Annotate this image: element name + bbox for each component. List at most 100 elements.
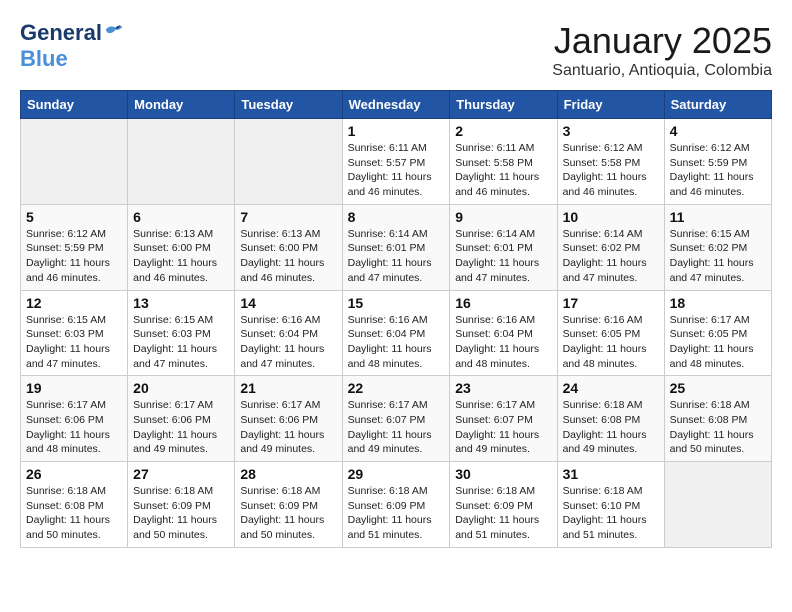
day-number: 24 xyxy=(563,380,659,396)
day-info: Sunrise: 6:18 AMSunset: 6:09 PMDaylight:… xyxy=(240,484,336,543)
day-number: 18 xyxy=(670,295,766,311)
day-info: Sunrise: 6:18 AMSunset: 6:09 PMDaylight:… xyxy=(455,484,551,543)
calendar-cell: 20 Sunrise: 6:17 AMSunset: 6:06 PMDayligh… xyxy=(128,376,235,462)
weekday-header-thursday: Thursday xyxy=(450,91,557,119)
day-number: 1 xyxy=(348,123,445,139)
day-info: Sunrise: 6:12 AMSunset: 5:59 PMDaylight:… xyxy=(670,141,766,200)
day-number: 15 xyxy=(348,295,445,311)
calendar-table: SundayMondayTuesdayWednesdayThursdayFrid… xyxy=(20,90,772,548)
day-info: Sunrise: 6:13 AMSunset: 6:00 PMDaylight:… xyxy=(133,227,229,286)
day-info: Sunrise: 6:15 AMSunset: 6:03 PMDaylight:… xyxy=(26,313,122,372)
weekday-header-monday: Monday xyxy=(128,91,235,119)
weekday-header-saturday: Saturday xyxy=(664,91,771,119)
calendar-cell: 24 Sunrise: 6:18 AMSunset: 6:08 PMDayligh… xyxy=(557,376,664,462)
calendar-cell: 4 Sunrise: 6:12 AMSunset: 5:59 PMDaylight… xyxy=(664,119,771,205)
calendar-cell: 12 Sunrise: 6:15 AMSunset: 6:03 PMDayligh… xyxy=(21,290,128,376)
day-number: 2 xyxy=(455,123,551,139)
calendar-week-row: 5 Sunrise: 6:12 AMSunset: 5:59 PMDaylight… xyxy=(21,204,772,290)
day-number: 21 xyxy=(240,380,336,396)
calendar-cell: 14 Sunrise: 6:16 AMSunset: 6:04 PMDayligh… xyxy=(235,290,342,376)
day-number: 20 xyxy=(133,380,229,396)
day-info: Sunrise: 6:18 AMSunset: 6:08 PMDaylight:… xyxy=(563,398,659,457)
day-number: 9 xyxy=(455,209,551,225)
calendar-week-row: 19 Sunrise: 6:17 AMSunset: 6:06 PMDayligh… xyxy=(21,376,772,462)
day-number: 14 xyxy=(240,295,336,311)
calendar-cell xyxy=(128,119,235,205)
day-info: Sunrise: 6:12 AMSunset: 5:58 PMDaylight:… xyxy=(563,141,659,200)
logo-bird-icon xyxy=(104,22,124,40)
day-info: Sunrise: 6:18 AMSunset: 6:10 PMDaylight:… xyxy=(563,484,659,543)
weekday-header-friday: Friday xyxy=(557,91,664,119)
calendar-cell: 16 Sunrise: 6:16 AMSunset: 6:04 PMDayligh… xyxy=(450,290,557,376)
day-number: 23 xyxy=(455,380,551,396)
day-number: 17 xyxy=(563,295,659,311)
calendar-week-row: 12 Sunrise: 6:15 AMSunset: 6:03 PMDayligh… xyxy=(21,290,772,376)
calendar-cell xyxy=(21,119,128,205)
day-info: Sunrise: 6:12 AMSunset: 5:59 PMDaylight:… xyxy=(26,227,122,286)
day-number: 3 xyxy=(563,123,659,139)
calendar-cell: 2 Sunrise: 6:11 AMSunset: 5:58 PMDaylight… xyxy=(450,119,557,205)
day-info: Sunrise: 6:16 AMSunset: 6:05 PMDaylight:… xyxy=(563,313,659,372)
calendar-cell: 8Sunrise: 6:14 AMSunset: 6:01 PMDaylight… xyxy=(342,204,450,290)
calendar-cell: 22 Sunrise: 6:17 AMSunset: 6:07 PMDayligh… xyxy=(342,376,450,462)
logo-blue-text: Blue xyxy=(20,46,68,72)
day-number: 19 xyxy=(26,380,122,396)
calendar-cell: 23Sunrise: 6:17 AMSunset: 6:07 PMDayligh… xyxy=(450,376,557,462)
calendar-cell: 27 Sunrise: 6:18 AMSunset: 6:09 PMDayligh… xyxy=(128,462,235,548)
logo: General Blue xyxy=(20,20,124,72)
weekday-header-wednesday: Wednesday xyxy=(342,91,450,119)
calendar-cell: 15 Sunrise: 6:16 AMSunset: 6:04 PMDayligh… xyxy=(342,290,450,376)
day-number: 16 xyxy=(455,295,551,311)
calendar-cell xyxy=(235,119,342,205)
day-number: 10 xyxy=(563,209,659,225)
day-number: 4 xyxy=(670,123,766,139)
day-number: 5 xyxy=(26,209,122,225)
calendar-cell: 19 Sunrise: 6:17 AMSunset: 6:06 PMDayligh… xyxy=(21,376,128,462)
day-number: 13 xyxy=(133,295,229,311)
weekday-header-tuesday: Tuesday xyxy=(235,91,342,119)
day-info: Sunrise: 6:15 AMSunset: 6:02 PMDaylight:… xyxy=(670,227,766,286)
calendar-cell: 25 Sunrise: 6:18 AMSunset: 6:08 PMDayligh… xyxy=(664,376,771,462)
day-info: Sunrise: 6:14 AMSunset: 6:01 PMDaylight:… xyxy=(348,227,445,286)
day-number: 25 xyxy=(670,380,766,396)
calendar-cell: 18 Sunrise: 6:17 AMSunset: 6:05 PMDayligh… xyxy=(664,290,771,376)
day-info: Sunrise: 6:16 AMSunset: 6:04 PMDaylight:… xyxy=(455,313,551,372)
calendar-cell xyxy=(664,462,771,548)
day-info: Sunrise: 6:18 AMSunset: 6:09 PMDaylight:… xyxy=(133,484,229,543)
day-number: 11 xyxy=(670,209,766,225)
day-info: Sunrise: 6:16 AMSunset: 6:04 PMDaylight:… xyxy=(240,313,336,372)
location-subtitle: Santuario, Antioquia, Colombia xyxy=(552,62,772,80)
day-info: Sunrise: 6:17 AMSunset: 6:06 PMDaylight:… xyxy=(133,398,229,457)
day-info: Sunrise: 6:14 AMSunset: 6:01 PMDaylight:… xyxy=(455,227,551,286)
day-info: Sunrise: 6:17 AMSunset: 6:05 PMDaylight:… xyxy=(670,313,766,372)
day-info: Sunrise: 6:17 AMSunset: 6:06 PMDaylight:… xyxy=(26,398,122,457)
day-info: Sunrise: 6:18 AMSunset: 6:08 PMDaylight:… xyxy=(26,484,122,543)
day-number: 28 xyxy=(240,466,336,482)
calendar-cell: 13 Sunrise: 6:15 AMSunset: 6:03 PMDayligh… xyxy=(128,290,235,376)
day-info: Sunrise: 6:17 AMSunset: 6:06 PMDaylight:… xyxy=(240,398,336,457)
calendar-cell: 6 Sunrise: 6:13 AMSunset: 6:00 PMDaylight… xyxy=(128,204,235,290)
day-info: Sunrise: 6:18 AMSunset: 6:08 PMDaylight:… xyxy=(670,398,766,457)
calendar-week-row: 1Sunrise: 6:11 AMSunset: 5:57 PMDaylight… xyxy=(21,119,772,205)
day-info: Sunrise: 6:16 AMSunset: 6:04 PMDaylight:… xyxy=(348,313,445,372)
day-info: Sunrise: 6:17 AMSunset: 6:07 PMDaylight:… xyxy=(348,398,445,457)
day-number: 27 xyxy=(133,466,229,482)
calendar-cell: 5 Sunrise: 6:12 AMSunset: 5:59 PMDaylight… xyxy=(21,204,128,290)
day-number: 22 xyxy=(348,380,445,396)
day-info: Sunrise: 6:15 AMSunset: 6:03 PMDaylight:… xyxy=(133,313,229,372)
calendar-cell: 9 Sunrise: 6:14 AMSunset: 6:01 PMDaylight… xyxy=(450,204,557,290)
calendar-cell: 30 Sunrise: 6:18 AMSunset: 6:09 PMDayligh… xyxy=(450,462,557,548)
calendar-cell: 17 Sunrise: 6:16 AMSunset: 6:05 PMDayligh… xyxy=(557,290,664,376)
day-number: 29 xyxy=(348,466,445,482)
calendar-cell: 21 Sunrise: 6:17 AMSunset: 6:06 PMDayligh… xyxy=(235,376,342,462)
day-info: Sunrise: 6:18 AMSunset: 6:09 PMDaylight:… xyxy=(348,484,445,543)
calendar-cell: 3 Sunrise: 6:12 AMSunset: 5:58 PMDaylight… xyxy=(557,119,664,205)
day-number: 12 xyxy=(26,295,122,311)
day-number: 30 xyxy=(455,466,551,482)
page-header: General Blue January 2025 Santuario, Ant… xyxy=(20,20,772,80)
calendar-cell: 26Sunrise: 6:18 AMSunset: 6:08 PMDayligh… xyxy=(21,462,128,548)
day-info: Sunrise: 6:13 AMSunset: 6:00 PMDaylight:… xyxy=(240,227,336,286)
day-info: Sunrise: 6:11 AMSunset: 5:58 PMDaylight:… xyxy=(455,141,551,200)
title-block: January 2025 Santuario, Antioquia, Colom… xyxy=(552,20,772,80)
day-number: 6 xyxy=(133,209,229,225)
